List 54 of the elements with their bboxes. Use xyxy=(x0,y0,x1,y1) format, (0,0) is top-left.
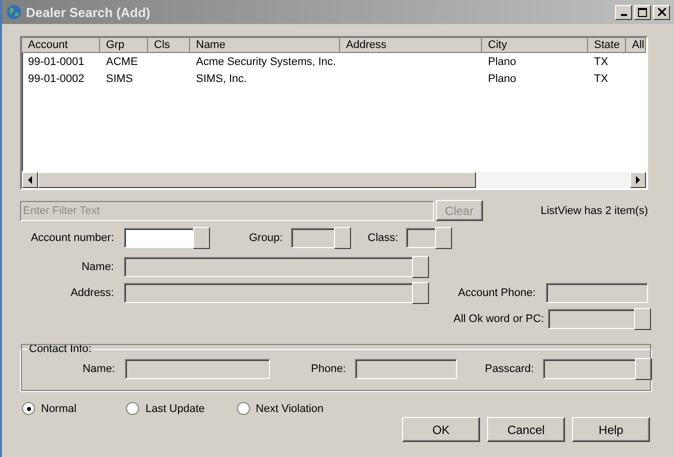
table-cell-text: 99-01-0001 xyxy=(27,56,86,68)
column-header[interactable]: Address xyxy=(340,38,482,53)
column-header[interactable]: Account xyxy=(22,38,100,53)
radio-label[interactable]: Last Update xyxy=(145,402,205,414)
column-header[interactable]: City xyxy=(482,38,588,53)
dialog-button[interactable]: OK xyxy=(402,417,480,442)
table-cell-text: Plano xyxy=(487,72,518,84)
field-label: Name: xyxy=(80,261,114,273)
column-header[interactable]: State xyxy=(588,38,626,53)
table-cell-text: TX xyxy=(593,56,610,68)
table-cell-text: Acme Security Systems, Inc. xyxy=(195,56,337,68)
maximize-button[interactable] xyxy=(634,4,651,20)
radio-button[interactable] xyxy=(236,402,250,415)
field-label: Group: xyxy=(249,232,283,244)
dialog-button[interactable]: Help xyxy=(572,417,650,442)
table-cell-text: ACME xyxy=(105,56,139,68)
group-title: Contact Info: xyxy=(28,343,92,355)
left-arrow-icon xyxy=(28,176,32,184)
close-button[interactable] xyxy=(653,4,670,20)
scroll-right-button[interactable] xyxy=(630,172,646,188)
right-arrow-icon xyxy=(636,176,640,184)
column-header[interactable]: Name xyxy=(190,38,340,53)
radio-button[interactable] xyxy=(126,402,140,415)
item-count: ListView has 2 item(s) xyxy=(540,204,648,216)
dialog-button[interactable]: Cancel xyxy=(487,417,565,442)
radio-button[interactable] xyxy=(22,402,35,415)
field-label: Passcard: xyxy=(484,363,534,375)
minimize-button[interactable] xyxy=(615,4,632,20)
window-title: Dealer Search (Add) xyxy=(26,4,152,20)
field-label: Phone: xyxy=(311,363,346,375)
column-header[interactable]: Cls xyxy=(148,38,190,53)
field-label: Class: xyxy=(368,232,398,244)
field-label: Address: xyxy=(70,287,114,299)
filter-field[interactable]: Enter Filter Text xyxy=(20,200,434,220)
radio-label[interactable]: Next Violation xyxy=(256,402,324,414)
field-label: Account Phone: xyxy=(458,287,536,299)
table-cell-text: TX xyxy=(593,72,610,84)
scroll-left-button[interactable] xyxy=(22,172,38,188)
maximize-icon xyxy=(638,8,647,16)
input-field[interactable] xyxy=(124,228,209,248)
list-view[interactable]: Account Grp Cls Name Address City State All 99-01-0001 ACME Acme Security Systems, Inc. Plano TX 99-01-0002 SIMS SIMS, Inc. Plano TX xyxy=(20,36,648,190)
table-cell-text: 99-01-0002 xyxy=(27,72,86,84)
radio-label[interactable]: Normal xyxy=(41,402,76,414)
scroll-thumb[interactable] xyxy=(38,172,476,188)
table-cell-text: Plano xyxy=(487,56,518,68)
field-label: All Ok word or PC: xyxy=(454,313,544,325)
field-label: Account number: xyxy=(30,232,114,244)
close-icon xyxy=(658,8,666,16)
table-cell-text: SIMS xyxy=(105,72,134,84)
globe-icon xyxy=(6,4,22,20)
table-cell-text: SIMS, Inc. xyxy=(195,72,248,84)
column-header[interactable]: Grp xyxy=(100,38,148,53)
column-header[interactable]: All xyxy=(626,38,646,53)
field-label: Name: xyxy=(82,363,115,375)
